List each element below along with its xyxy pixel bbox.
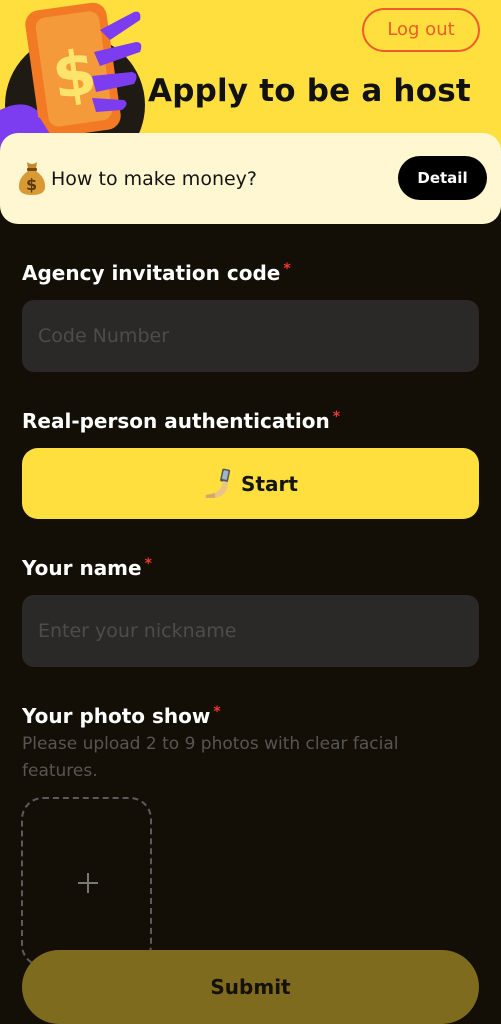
how-to-make-money-text: How to make money?: [51, 168, 258, 190]
submit-button[interactable]: Submit: [22, 950, 479, 1024]
invitation-code-input[interactable]: [22, 300, 479, 372]
authentication-label-text: Real-person authentication: [22, 409, 330, 433]
authentication-label: Real-person authentication *: [22, 409, 340, 433]
start-button-label: Start: [241, 471, 298, 496]
name-label-text: Your name: [22, 556, 142, 580]
header: $ Log out Apply to be a host: [0, 0, 501, 150]
plus-icon: [78, 873, 98, 893]
photo-upload-hint: Please upload 2 to 9 photos with clear f…: [22, 734, 399, 781]
required-mark: *: [283, 261, 291, 277]
start-authentication-button[interactable]: Start: [22, 448, 479, 519]
photo-show-label-text: Your photo show: [22, 704, 211, 728]
detail-button[interactable]: Detail: [398, 156, 487, 200]
name-label: Your name *: [22, 556, 152, 580]
hand-holding-dollar-card-illustration: $: [0, 2, 145, 150]
photo-show-label: Your photo show *: [22, 704, 221, 728]
svg-text:$: $: [26, 175, 37, 194]
logout-button[interactable]: Log out: [362, 8, 480, 52]
invitation-code-label-text: Agency invitation code: [22, 261, 281, 285]
nickname-input[interactable]: [22, 595, 479, 667]
required-mark: *: [332, 409, 341, 425]
money-bag-icon: $: [18, 162, 46, 195]
photo-upload-slot[interactable]: [21, 797, 152, 967]
invitation-code-label: Agency invitation code *: [22, 261, 291, 285]
required-mark: *: [144, 556, 152, 572]
selfie-arm-icon: [205, 468, 231, 498]
apply-host-page: $ Log out Apply to be a host $ How to ma…: [0, 0, 501, 1024]
required-mark: *: [213, 704, 221, 720]
how-to-make-money-banner[interactable]: $ How to make money? Detail: [0, 133, 501, 224]
page-title: Apply to be a host: [148, 73, 471, 109]
